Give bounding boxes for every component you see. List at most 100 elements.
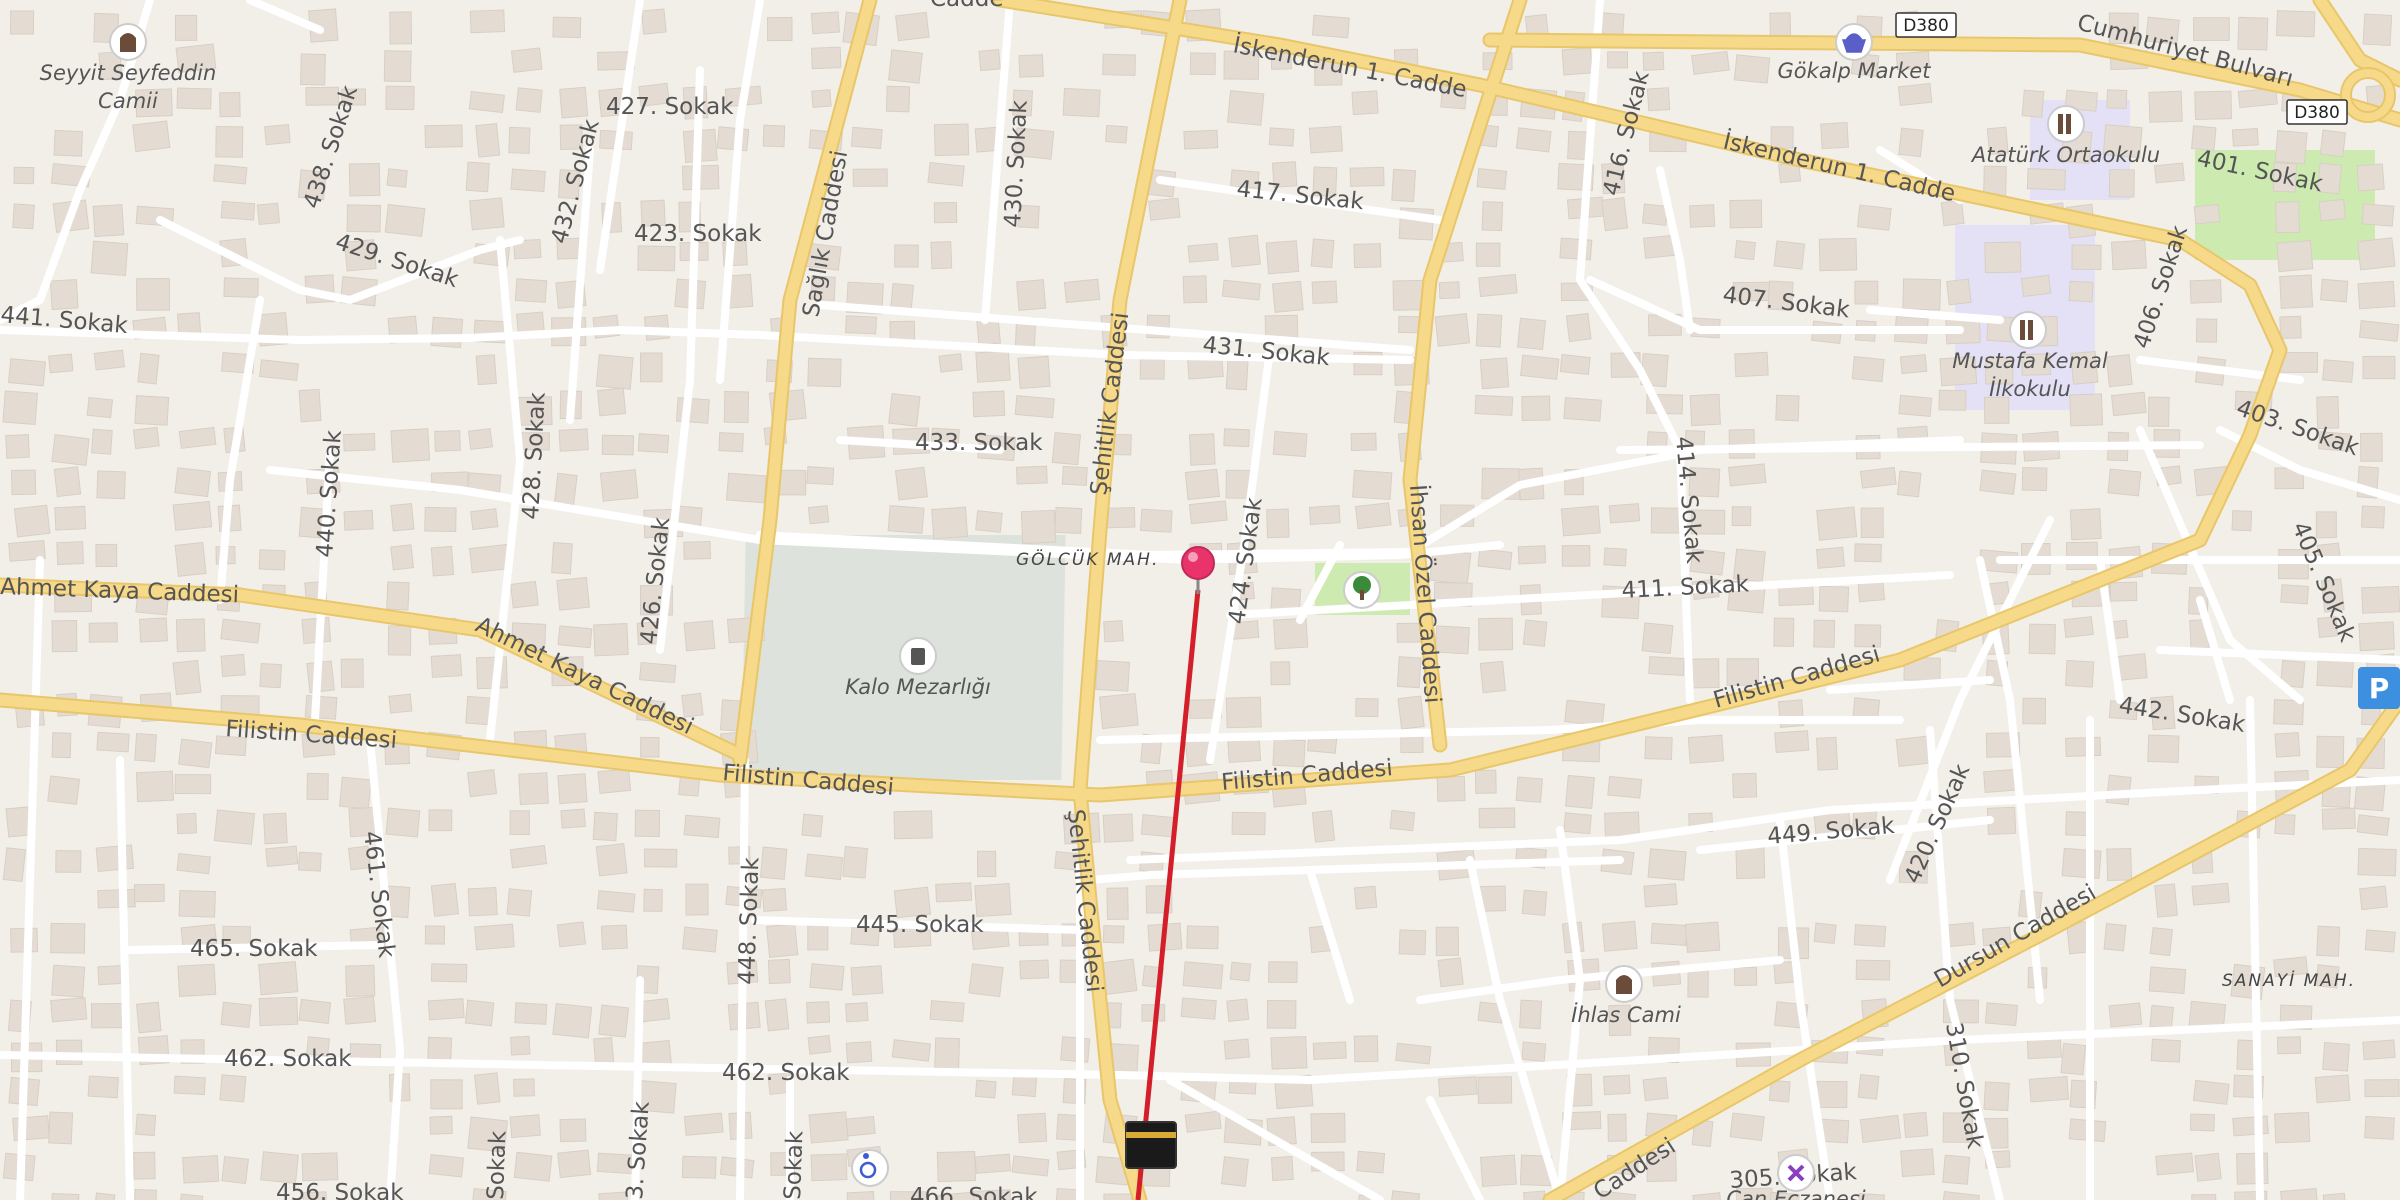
district-label: SANAYİ MAH. [2222, 970, 2356, 991]
building [1014, 395, 1055, 419]
building [340, 658, 364, 688]
building [298, 388, 322, 423]
building [219, 92, 241, 118]
building [2106, 89, 2128, 110]
building [385, 85, 415, 111]
building [174, 774, 212, 795]
building [551, 542, 573, 575]
building [935, 882, 973, 903]
building [974, 1079, 997, 1099]
building [56, 541, 85, 566]
building [1226, 998, 1250, 1022]
building [50, 1192, 80, 1200]
building [1095, 659, 1131, 692]
building [1353, 1035, 1379, 1063]
building [1733, 966, 1758, 987]
building [2191, 1194, 2217, 1200]
building [1519, 999, 1543, 1030]
building [1818, 237, 1858, 272]
building [1220, 1156, 1249, 1187]
building [177, 963, 217, 997]
building [595, 354, 634, 390]
wheelchair-icon [851, 1149, 889, 1187]
building [597, 387, 627, 417]
building [8, 358, 46, 387]
building [1902, 278, 1942, 311]
building [385, 807, 421, 838]
building [1265, 240, 1300, 275]
poi-park[interactable] [1343, 571, 1381, 609]
route-shield-text: D380 [1903, 16, 1949, 36]
building [90, 240, 129, 277]
building [182, 1155, 220, 1184]
building [595, 843, 628, 877]
kaaba-marker[interactable] [1125, 1121, 1177, 1169]
building [808, 1111, 849, 1144]
building [390, 544, 415, 571]
building [1773, 240, 1806, 270]
building [1560, 505, 1601, 537]
building [1729, 1112, 1765, 1142]
building [264, 124, 291, 146]
road-label: 462. Sokak [722, 1060, 850, 1086]
building [1437, 957, 1464, 988]
building [1310, 238, 1335, 269]
building [972, 390, 1006, 418]
building [1563, 397, 1602, 422]
building [1603, 547, 1627, 567]
poi-parking[interactable]: P [2358, 667, 2400, 709]
map-canvas[interactable]: Cadde İskenderun 1. Cadde İskenderun 1. … [0, 0, 2400, 1200]
building [2026, 168, 2066, 191]
road-label: Sokak [483, 1130, 511, 1200]
building [55, 850, 82, 873]
building [1734, 351, 1769, 378]
building [2065, 736, 2102, 758]
building [1983, 396, 2010, 424]
building [1732, 772, 1758, 799]
building [811, 89, 832, 108]
building [1563, 812, 1592, 835]
building [1729, 199, 1763, 229]
building [1478, 617, 1514, 651]
building [387, 625, 412, 656]
building [1223, 1038, 1251, 1060]
building [2110, 391, 2147, 417]
poi-label: İhlas Cami [1571, 1002, 1681, 1027]
building [2028, 623, 2056, 655]
building [1063, 278, 1101, 304]
building [1139, 508, 1173, 533]
building [2068, 280, 2094, 303]
road-label: 423. Sokak [634, 221, 762, 247]
building [637, 433, 670, 454]
building [933, 201, 958, 224]
poi-accessible[interactable] [851, 1149, 889, 1187]
building [2364, 1079, 2400, 1098]
building [1311, 14, 1350, 39]
building [430, 654, 463, 678]
building [258, 996, 299, 1027]
building [766, 17, 793, 42]
building [475, 354, 497, 386]
building [430, 882, 460, 917]
building [634, 809, 661, 837]
building [2149, 1004, 2174, 1030]
building [1188, 500, 1228, 525]
building [2359, 885, 2388, 911]
building [1854, 280, 1879, 305]
building [1182, 961, 1224, 990]
building [1521, 889, 1548, 916]
building [2065, 541, 2099, 571]
building [2237, 16, 2269, 51]
location-pin[interactable] [1181, 546, 1215, 594]
building [468, 543, 511, 574]
building [2193, 203, 2221, 225]
building [556, 576, 590, 611]
building [806, 1001, 831, 1024]
building [1019, 959, 1050, 980]
building [559, 1118, 587, 1143]
building [934, 1037, 961, 1070]
building [801, 813, 824, 838]
building [172, 500, 213, 531]
building [1308, 125, 1343, 154]
building [933, 123, 970, 157]
